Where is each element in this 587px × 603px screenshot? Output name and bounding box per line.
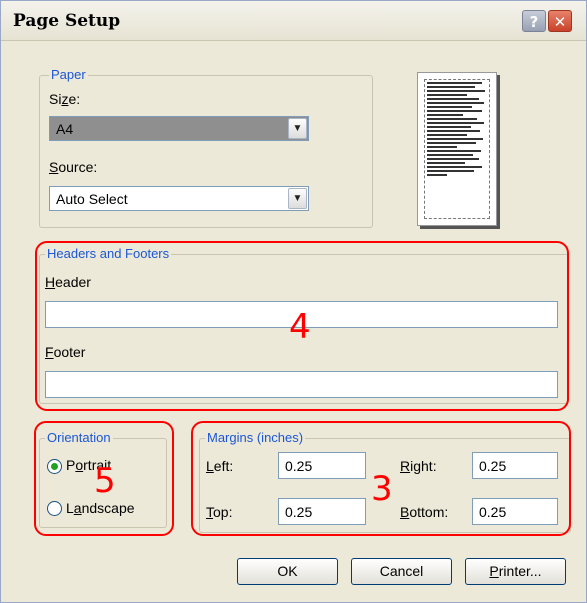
printer-button[interactable]: Printer...: [465, 558, 566, 585]
chevron-down-icon[interactable]: ▼: [288, 188, 307, 209]
annotation-number-4: 4: [289, 307, 311, 347]
source-label: Source:: [49, 159, 98, 175]
source-select-value: Auto Select: [56, 191, 128, 207]
ok-button[interactable]: OK: [237, 558, 338, 585]
title-bar[interactable]: Page Setup ? ✕: [1, 1, 586, 41]
page-preview-image: [417, 72, 497, 226]
window-title: Page Setup: [13, 11, 121, 31]
paper-group-title: Paper: [49, 67, 88, 82]
size-select-value: A4: [56, 121, 74, 137]
chevron-down-icon[interactable]: ▼: [288, 118, 307, 139]
source-select[interactable]: Auto Select ▼: [49, 186, 309, 211]
close-icon[interactable]: ✕: [548, 10, 572, 32]
page-setup-dialog: Page Setup ? ✕ Paper Size: A4 ▼ Source: …: [0, 0, 587, 603]
annotation-number-3: 3: [371, 469, 393, 509]
size-select[interactable]: A4 ▼: [49, 116, 309, 141]
help-icon[interactable]: ?: [522, 10, 546, 32]
size-label: Size:: [49, 91, 81, 107]
annotation-number-5: 5: [94, 461, 116, 501]
cancel-button[interactable]: Cancel: [351, 558, 452, 585]
